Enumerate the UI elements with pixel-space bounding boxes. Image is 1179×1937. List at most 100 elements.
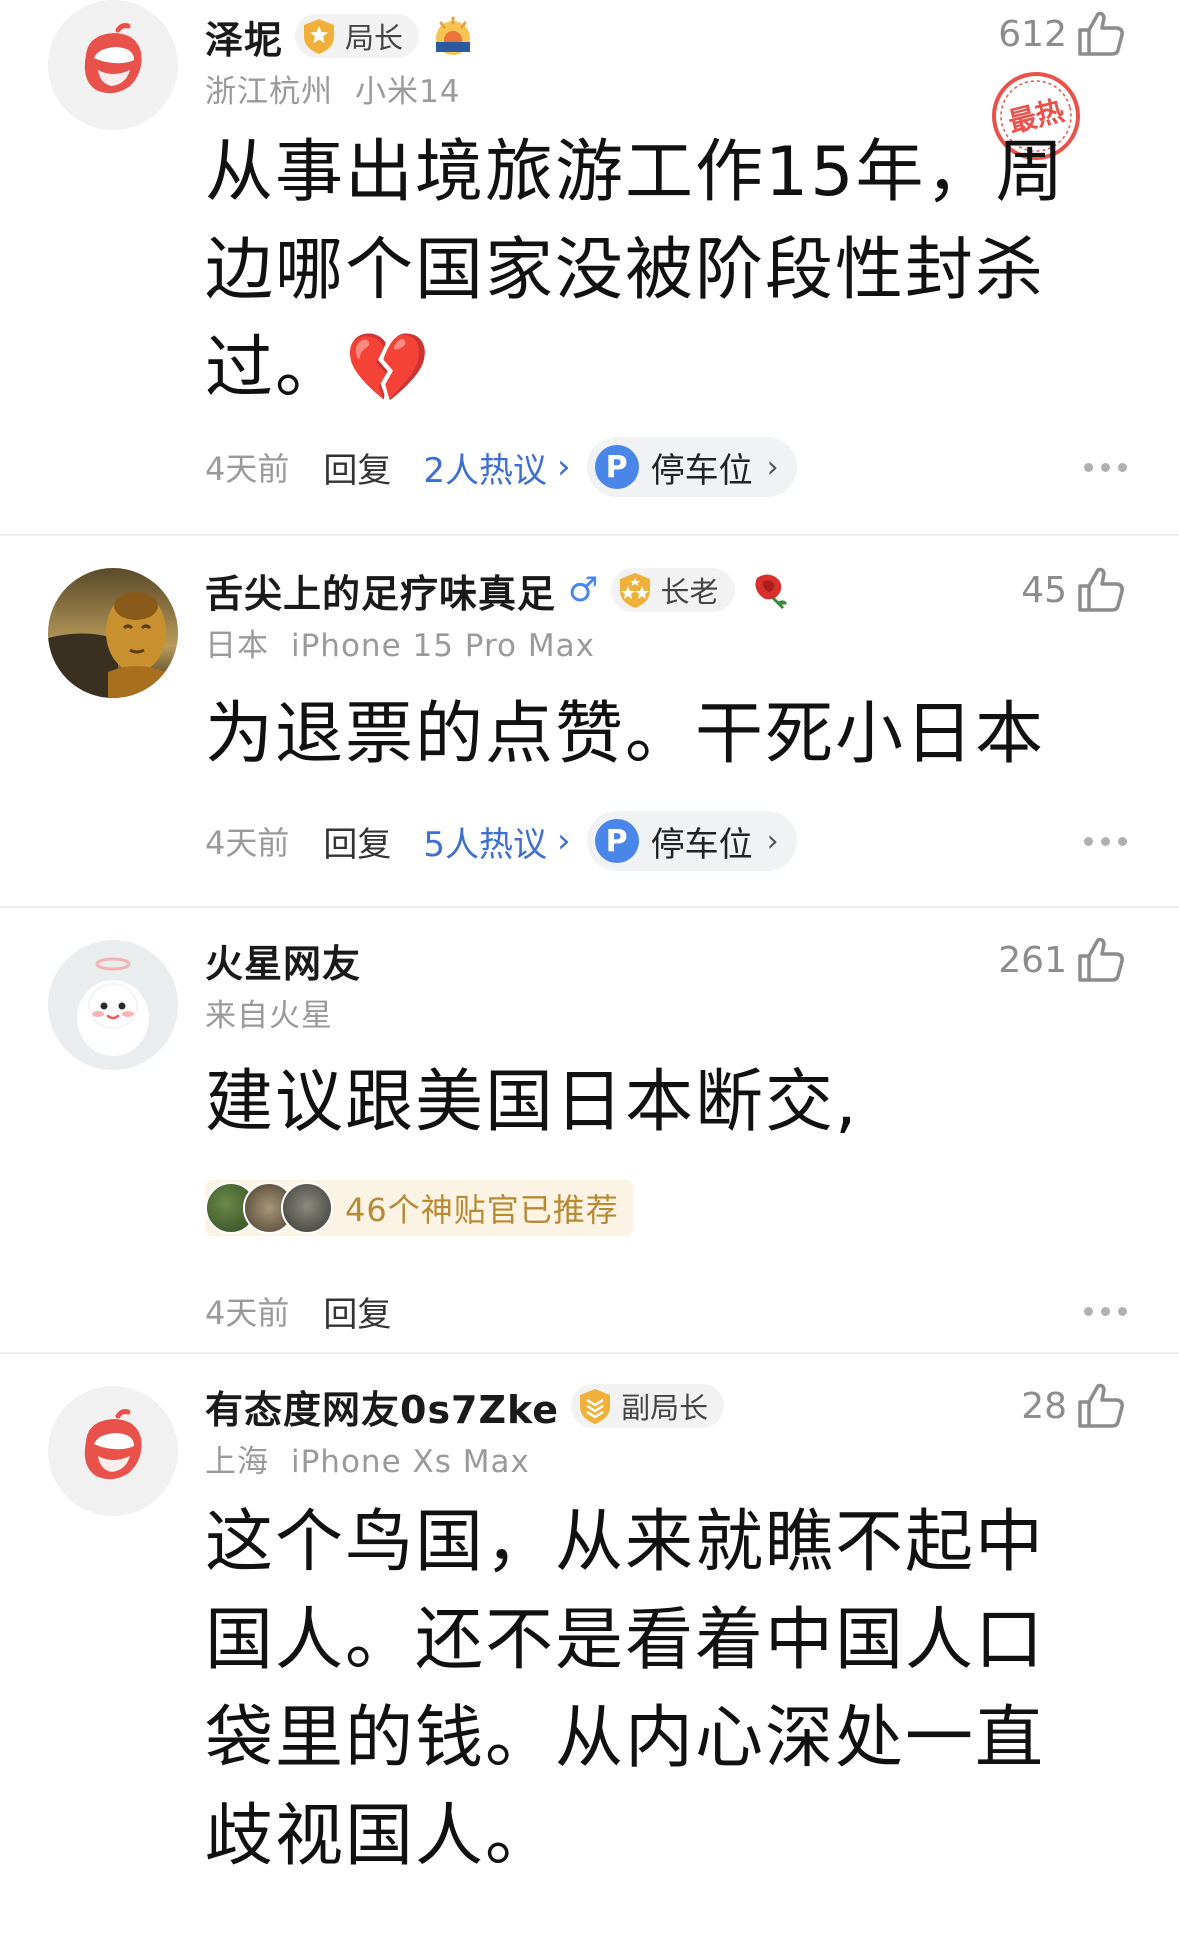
more-dot-icon [1084,462,1093,472]
comment-body: 为退票的点赞。干死小日本 [205,695,1046,774]
comment-item: 有态度网友0s7Zke 副局长 上海 iPhone Xs Max 28 这个鸟国，… [0,1376,1179,1936]
user-meta: 来自火星 [205,990,333,1035]
more-dot-icon [1101,462,1110,472]
comment-time: 4天前 [205,450,290,488]
more-dot-icon [1118,1306,1127,1316]
comment-item: 舌尖上的足疗味真足 ♂ 长老 日本 iPhone 15 Pro Max 45 为退 [0,560,1179,910]
username-row: 火星网友 [205,934,361,986]
action-row: 4天前 回复 5人热议 › P 停车位 › [205,810,1127,872]
divider [0,534,1179,536]
comment-body: 从事出境旅游工作15年，周边哪个国家没被阶段性封杀过。💔 [205,133,1066,408]
username[interactable]: 火星网友 [205,933,361,988]
hot-discussion-link[interactable]: 5人热议 › [423,817,570,866]
more-options-button[interactable] [1084,836,1127,846]
like-count: 28 [1021,1385,1067,1427]
thumbs-up-icon [1078,11,1124,56]
like-count: 261 [998,939,1067,981]
username[interactable]: 舌尖上的足疗味真足 [205,563,556,618]
username-row: 舌尖上的足疗味真足 ♂ 长老 [205,564,791,616]
more-dot-icon [1101,1306,1110,1316]
chevron-right-icon: › [766,823,779,859]
user-location: 日本 [205,628,269,664]
sunrise-medal-icon [436,16,471,55]
user-meta: 浙江杭州 小米14 [205,66,460,111]
netease-logo-icon [48,0,178,130]
comment-item: 泽坭 局长 浙江杭州 小米14 612 最热 从事出境旅游工作15年，周边哪个国家… [0,0,1179,540]
rank-badge: 副局长 [571,1384,725,1428]
parking-button[interactable]: P 停车位 › [586,811,797,871]
parking-label: 停车位 [650,824,753,865]
chevron-right-icon: › [766,449,779,485]
more-dot-icon [1084,836,1093,846]
male-gender-icon: ♂ [568,570,599,610]
more-dot-icon [1118,462,1127,472]
avatar[interactable] [48,568,178,698]
recommend-banner[interactable]: 46个神贴官已推荐 [205,1180,633,1236]
like-button[interactable]: 261 [998,934,1127,986]
reply-button[interactable]: 回复 [323,817,391,866]
rank-shield-icon [580,1389,611,1424]
user-location: 上海 [205,1444,269,1480]
hot-discussion-label: 5人热议 [423,824,548,865]
comment-body: 这个鸟国，从来就瞧不起中国人。还不是看着中国人口袋里的钱。从内心深处一直歧视国人… [205,1503,1046,1876]
more-options-button[interactable] [1084,462,1127,472]
rose-icon [754,574,787,610]
comment-item: 火星网友 来自火星 261 建议跟美国日本断交, 46个神贴官已推荐 4天前 回… [0,930,1179,1350]
rank-shield-icon [304,19,335,54]
reply-button[interactable]: 回复 [323,443,391,492]
username-row: 有态度网友0s7Zke 副局长 [205,1379,725,1434]
comment-time: 4天前 [205,824,290,862]
more-options-button[interactable] [1084,1306,1127,1316]
rank-label: 副局长 [621,1391,709,1425]
action-row: 4天前 回复 2人热议 › P 停车位 › [205,436,1127,498]
avatar[interactable] [48,0,178,130]
chevron-right-icon: › [557,821,571,861]
more-dot-icon [1101,836,1110,846]
recommend-label: 46个神贴官已推荐 [345,1191,619,1229]
more-dot-icon [1084,1306,1093,1316]
netease-logo-icon [48,1386,178,1516]
user-device: 小米14 [355,74,461,110]
hot-discussion-link[interactable]: 2人热议 › [423,443,570,492]
rank-badge: 局长 [295,14,420,58]
comment-time: 4天前 [205,1294,290,1332]
parking-p-icon: P [594,819,639,863]
hot-discussion-label: 2人热议 [423,450,548,491]
username[interactable]: 有态度网友0s7Zke [205,1379,559,1434]
recommender-avatar [281,1182,333,1234]
reply-button[interactable]: 回复 [323,1287,391,1336]
user-device: iPhone Xs Max [291,1444,530,1480]
username-row: 泽坭 局长 [205,10,475,62]
like-button[interactable]: 45 [1021,564,1127,616]
parking-p-icon: P [594,445,639,489]
more-dot-icon [1118,836,1127,846]
divider [0,1352,1179,1354]
thumbs-up-icon [1078,567,1124,612]
rank-badge: 长老 [610,568,735,612]
thumbs-up-icon [1078,1383,1124,1428]
avatar[interactable] [48,940,178,1070]
divider [0,906,1179,908]
rank-label: 长老 [660,575,719,609]
parking-label: 停车位 [650,450,753,491]
avatar[interactable] [48,1386,178,1516]
like-count: 45 [1021,569,1067,611]
username[interactable]: 泽坭 [205,9,283,64]
user-device: iPhone 15 Pro Max [291,628,595,664]
rank-label: 局长 [345,21,404,55]
recommender-avatars [205,1182,333,1234]
like-count: 612 [998,13,1067,55]
parking-button[interactable]: P 停车位 › [586,437,797,497]
user-location: 来自火星 [205,998,333,1034]
buddha-avatar-icon [48,568,178,698]
thumbs-up-icon [1078,937,1124,982]
comment-body: 建议跟美国日本断交, [205,1063,859,1142]
like-button[interactable]: 28 [1021,1380,1127,1432]
action-row: 4天前 回复 [205,1280,1127,1342]
user-location: 浙江杭州 [205,74,333,110]
like-button[interactable]: 612 [998,8,1127,60]
chevron-right-icon: › [557,447,571,487]
martian-avatar-icon [48,940,178,1070]
user-meta: 日本 iPhone 15 Pro Max [205,620,595,665]
rank-shield-icon [619,573,650,608]
